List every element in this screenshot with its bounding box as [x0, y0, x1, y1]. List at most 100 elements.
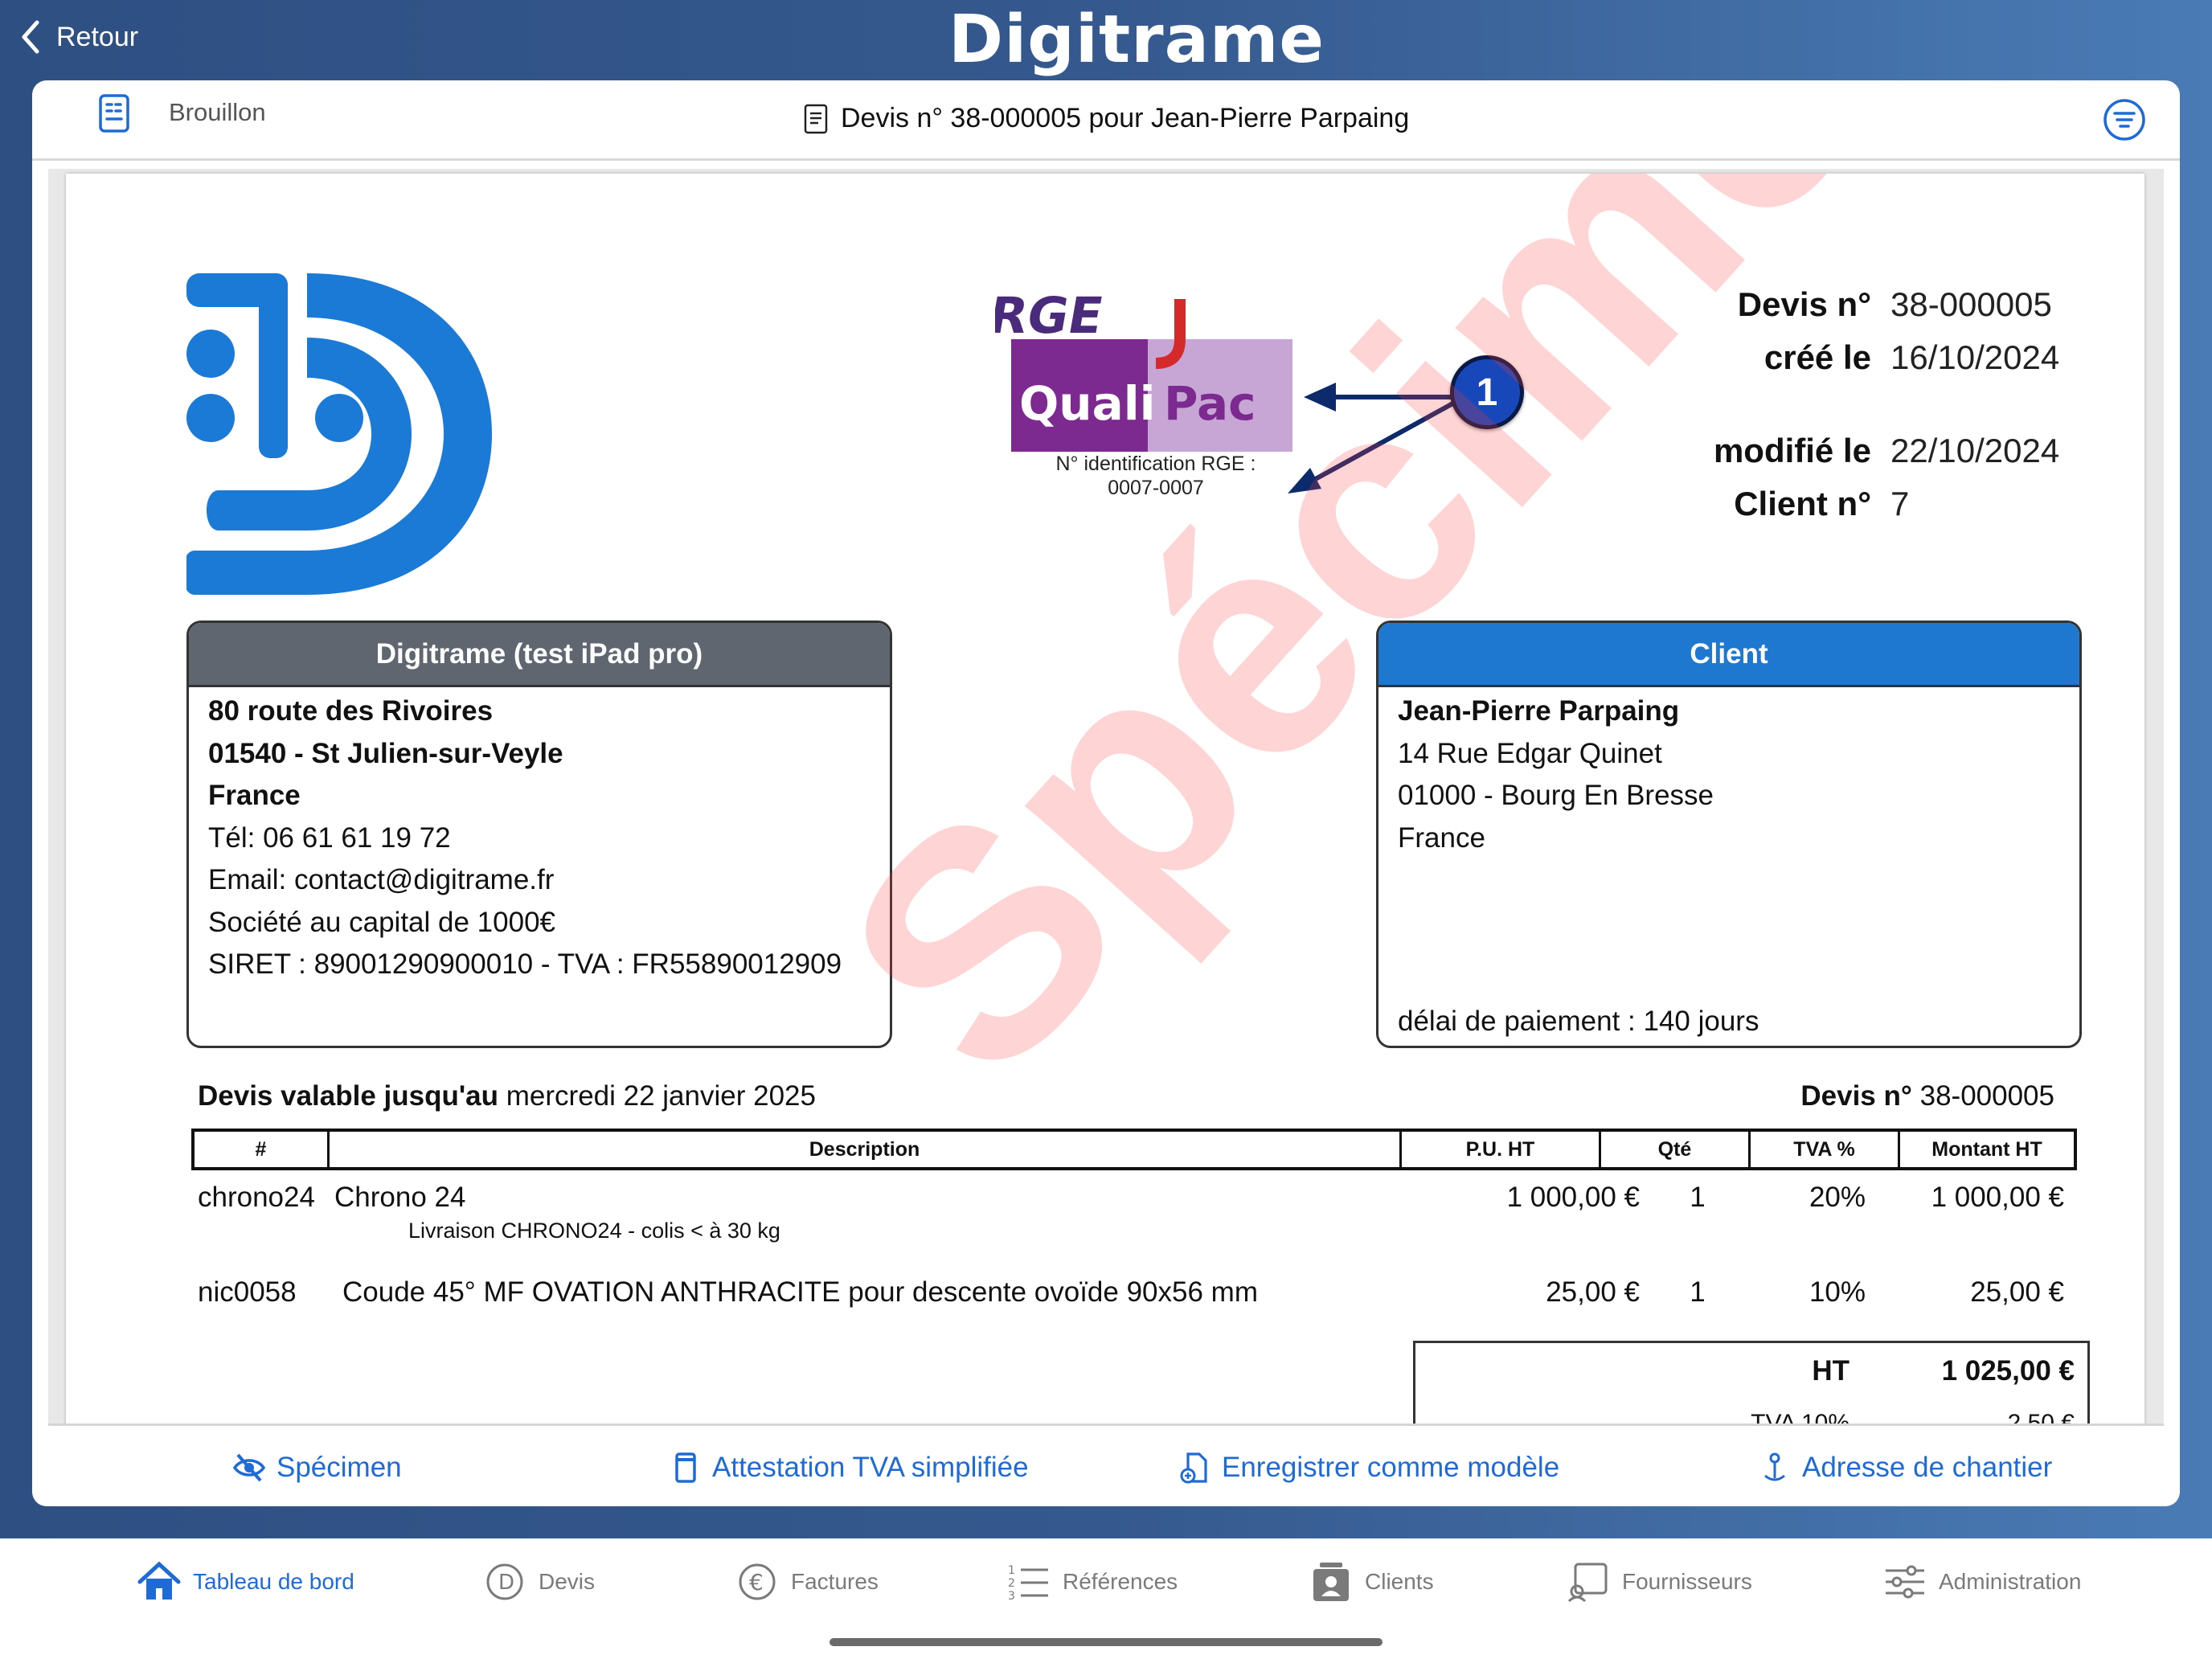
- rge-qualipac-logo: RGE Quali Pac: [995, 286, 1292, 452]
- column-header: #: [195, 1132, 330, 1167]
- meta-value: 7: [1890, 485, 1910, 522]
- filter-menu-icon[interactable]: [2103, 98, 2146, 141]
- line-amount: 1 000,00 €: [1931, 1182, 2064, 1213]
- line-unit-price: 25,00 €: [1546, 1276, 1640, 1308]
- table-row: nic0058 Coude 45° MF OVATION ANTHRACITE …: [198, 1276, 2071, 1317]
- svg-text:Pac: Pac: [1164, 376, 1256, 431]
- save-template-button[interactable]: Enregistrer comme modèle: [1177, 1452, 1559, 1484]
- rge-id-label: N° identification RGE :: [1055, 453, 1256, 475]
- client-address2: 01000 - Bourg En Bresse: [1398, 780, 1714, 811]
- quote-ref-value: 38-000005: [1919, 1080, 2054, 1112]
- client-header: Client: [1378, 623, 2079, 687]
- vat-certificate-button[interactable]: Attestation TVA simplifiée: [667, 1452, 1029, 1484]
- euro-icon: €: [739, 1563, 776, 1600]
- rge-id-number: 0007-0007: [1108, 477, 1204, 499]
- document-card: Brouillon Devis n° 38-000005 pour Jean-P…: [32, 80, 2180, 1506]
- meta-value: 16/10/2024: [1890, 338, 2060, 376]
- supplier-email: Email: contact@digitrame.fr: [208, 864, 555, 895]
- meta-value: 38-000005: [1890, 285, 2052, 323]
- meta-row-created: créé le 16/10/2024: [1641, 331, 2124, 384]
- meta-row-number: Devis n° 38-000005: [1641, 278, 2124, 331]
- client-box: Client Jean-Pierre Parpaing 14 Rue Edgar…: [1376, 621, 2082, 1048]
- table-row: chrono24 Chrono 24 Livraison CHRONO24 - …: [198, 1182, 2071, 1246]
- tab-label: Références: [1063, 1569, 1178, 1594]
- tab-dashboard[interactable]: Tableau de bord: [137, 1561, 354, 1603]
- supplier-header: Digitrame (test iPad pro): [189, 623, 890, 687]
- meta-label: Devis n°: [1737, 285, 1871, 323]
- document-title-text: Devis n° 38-000005 pour Jean-Pierre Parp…: [841, 103, 1410, 133]
- meta-value: 22/10/2024: [1890, 432, 2060, 469]
- save-template-icon: [1180, 1452, 1207, 1484]
- action-label: Attestation TVA simplifiée: [712, 1452, 1029, 1483]
- tab-references[interactable]: 1 2 3 Références: [1006, 1561, 1178, 1603]
- home-indicator: [830, 1638, 1382, 1646]
- document-header: Brouillon Devis n° 38-000005 pour Jean-P…: [32, 80, 2180, 161]
- validity-label: Devis valable jusqu'au: [198, 1080, 499, 1112]
- list-icon: 1 2 3: [1008, 1564, 1048, 1603]
- devis-icon: D: [486, 1563, 523, 1600]
- supplier-address1: 80 route des Rivoires: [208, 695, 494, 727]
- supplier-siret: SIRET : 89001290900010 - TVA : FR5589001…: [208, 948, 842, 980]
- eye-slash-icon: [232, 1453, 266, 1482]
- action-label: Enregistrer comme modèle: [1222, 1452, 1560, 1483]
- svg-text:RGE: RGE: [995, 286, 1108, 344]
- home-icon: [137, 1561, 181, 1600]
- payment-terms: délai de paiement : 140 jours: [1398, 1006, 1759, 1037]
- quote-reference: Devis n° 38-000005: [1800, 1080, 2054, 1112]
- totals-label: HT: [1812, 1355, 1849, 1387]
- column-header: TVA %: [1751, 1132, 1900, 1167]
- action-label: Spécimen: [276, 1452, 402, 1483]
- rge-identification: N° identification RGE : 0007-0007: [995, 452, 1317, 500]
- sliders-icon: [1886, 1565, 1924, 1599]
- lines-table-header: # Description P.U. HT Qté TVA % Montant …: [191, 1129, 2077, 1170]
- top-nav-bar: Retour Digitrame: [0, 0, 2212, 80]
- specimen-button[interactable]: Spécimen: [231, 1452, 402, 1484]
- company-logo: [186, 273, 492, 595]
- supplier-country: France: [208, 780, 301, 811]
- annotation-badge: 1: [1450, 355, 1524, 429]
- suppliers-icon: [1567, 1563, 1608, 1603]
- quote-ref-label: Devis n°: [1800, 1080, 1912, 1112]
- document-preview[interactable]: RGE Quali Pac N° identification RGE : 00…: [48, 169, 2164, 1426]
- action-bar: Spécimen Attestation TVA simplifiée Enre…: [32, 1428, 2180, 1506]
- line-description: Chrono 24: [334, 1182, 466, 1213]
- document-icon: [804, 104, 828, 133]
- line-amount: 25,00 €: [1970, 1276, 2064, 1308]
- column-header: P.U. HT: [1402, 1132, 1601, 1167]
- tab-suppliers[interactable]: Fournisseurs: [1566, 1561, 1752, 1603]
- tab-clients[interactable]: Clients: [1309, 1561, 1434, 1603]
- tab-administration[interactable]: Administration: [1882, 1561, 2081, 1603]
- supplier-details: 80 route des Rivoires 01540 - St Julien-…: [189, 687, 890, 989]
- client-name: Jean-Pierre Parpaing: [1398, 695, 1680, 727]
- column-header: Description: [330, 1132, 1402, 1167]
- tab-label: Tableau de bord: [193, 1569, 354, 1594]
- document-title: Devis n° 38-000005 pour Jean-Pierre Parp…: [804, 103, 1409, 134]
- tab-factures[interactable]: € Factures: [735, 1561, 879, 1603]
- meta-row-modified: modifié le 22/10/2024: [1641, 424, 2124, 477]
- svg-text:D: D: [498, 1571, 514, 1595]
- totals-box: HT 1 025,00 € TVA 10% 2,50 €: [1413, 1341, 2090, 1426]
- tab-devis[interactable]: D Devis: [482, 1561, 595, 1603]
- location-pin-icon: [1764, 1452, 1785, 1481]
- app-logo: Digitrame: [948, 2, 1325, 78]
- meta-label: Client n°: [1734, 485, 1871, 522]
- back-button[interactable]: Retour: [19, 19, 138, 55]
- validity-date: mercredi 22 janvier 2025: [506, 1080, 816, 1112]
- tab-label: Administration: [1939, 1569, 2082, 1594]
- status-label: Brouillon: [169, 98, 266, 126]
- site-address-button[interactable]: Adresse de chantier: [1757, 1452, 2052, 1484]
- client-address1: 14 Rue Edgar Quinet: [1398, 737, 1662, 769]
- line-vat: 20%: [1809, 1182, 1866, 1213]
- document-icon: [675, 1452, 696, 1483]
- totals-row: HT 1 025,00 €: [1415, 1343, 2087, 1399]
- totals-label: TVA 10%: [1751, 1410, 1849, 1426]
- line-ref: chrono24: [198, 1182, 315, 1213]
- column-header: Qté: [1601, 1132, 1751, 1167]
- meta-label: modifié le: [1713, 432, 1871, 469]
- quote-page: RGE Quali Pac N° identification RGE : 00…: [66, 174, 2144, 1426]
- annotation-arrows: [1288, 383, 1467, 494]
- line-qty: 1: [1690, 1182, 1706, 1213]
- svg-text:€: €: [749, 1569, 764, 1596]
- totals-value: 1 025,00 €: [1941, 1355, 2075, 1387]
- line-unit-price: 1 000,00 €: [1506, 1182, 1640, 1213]
